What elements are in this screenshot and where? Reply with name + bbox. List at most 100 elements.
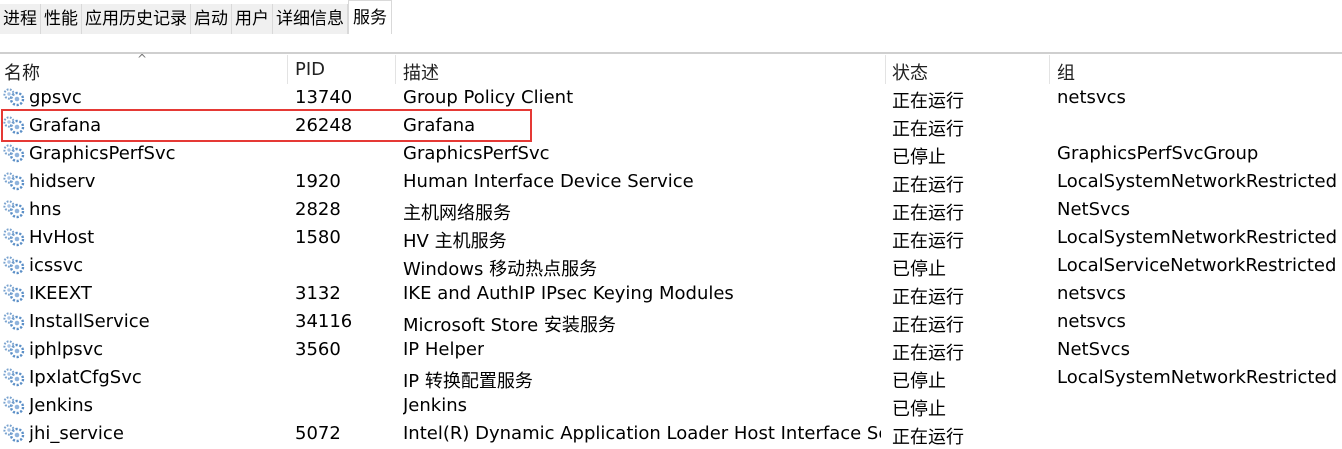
table-row[interactable]: HvHost 1580 HV 主机服务 正在运行 LocalSystemNetworkR… [0, 224, 1342, 252]
table-row[interactable]: Jenkins Jenkins 已停止 [0, 392, 1342, 420]
table-row[interactable]: Grafana 26248 Grafana 正在运行 [0, 112, 1342, 140]
cell-desc: IP 转换配置服务 [403, 371, 533, 392]
cell-group: LocalSystemNetworkRestricted [1057, 227, 1337, 248]
cell-desc: Human Interface Device Service [403, 171, 694, 192]
column-separator[interactable] [1049, 55, 1050, 84]
cell-status: 正在运行 [892, 427, 964, 448]
cell-status: 正在运行 [892, 119, 964, 140]
tab-startup[interactable]: 启动 [191, 4, 232, 34]
cell-group: LocalSystemNetworkRestricted [1057, 171, 1337, 192]
cell-pid: 1580 [295, 227, 341, 248]
sort-ascending-icon: ^ [137, 52, 148, 66]
column-header-group[interactable]: 组 [1057, 59, 1075, 85]
table-row[interactable]: gpsvc 13740 Group Policy Client 正在运行 netsvcs [0, 84, 1342, 112]
cell-pid: 13740 [295, 87, 353, 108]
cell-desc: Intel(R) Dynamic Application Loader Host… [403, 423, 881, 444]
table-row[interactable]: hns 2828 主机网络服务 正在运行 NetSvcs [0, 196, 1342, 224]
cell-desc: 主机网络服务 [403, 203, 511, 224]
table-row[interactable]: IKEEXT 3132 IKE and AuthIP IPsec Keying Mo… [0, 280, 1342, 308]
cell-status: 正在运行 [892, 315, 964, 336]
cell-desc: Jenkins [403, 395, 468, 416]
cell-pid: 1920 [295, 171, 341, 192]
cell-pid: 34116 [295, 311, 353, 332]
cell-group: netsvcs [1057, 87, 1126, 108]
service-gear-icon [2, 171, 26, 191]
cell-desc: Grafana [403, 115, 476, 136]
service-gear-icon [2, 311, 26, 331]
table-row[interactable]: iphlpsvc 3560 IP Helper 正在运行 NetSvcs [0, 336, 1342, 364]
cell-desc: Group Policy Client [403, 87, 574, 108]
cell-group: netsvcs [1057, 311, 1126, 332]
column-header-description[interactable]: 描述 [403, 59, 439, 85]
tab-users[interactable]: 用户 [232, 4, 273, 34]
cell-group: GraphicsPerfSvcGroup [1057, 143, 1259, 164]
column-separator[interactable] [287, 55, 288, 84]
table-row[interactable]: hidserv 1920 Human Interface Device Servic… [0, 168, 1342, 196]
cell-desc: Windows 移动热点服务 [403, 259, 598, 280]
cell-name: IKEEXT [29, 283, 92, 304]
cell-name: gpsvc [29, 87, 82, 108]
service-gear-icon [2, 199, 26, 219]
cell-status: 正在运行 [892, 91, 964, 112]
service-gear-icon [2, 395, 26, 415]
service-gear-icon [2, 423, 26, 443]
table-row[interactable]: IpxlatCfgSvc IP 转换配置服务 已停止 LocalSystemNetwo… [0, 364, 1342, 392]
table-row[interactable]: InstallService 34116 Microsoft Store 安装服务 正… [0, 308, 1342, 336]
cell-status: 正在运行 [892, 287, 964, 308]
cell-pid: 3560 [295, 339, 341, 360]
column-header-status[interactable]: 状态 [892, 59, 928, 85]
cell-group: NetSvcs [1057, 339, 1130, 360]
tab-app-history[interactable]: 应用历史记录 [82, 4, 191, 34]
service-gear-icon [2, 339, 26, 359]
cell-name: HvHost [29, 227, 95, 248]
cell-pid: 5072 [295, 423, 341, 444]
service-gear-icon [2, 255, 26, 275]
cell-name: GraphicsPerfSvc [29, 143, 176, 164]
cell-name: hns [29, 199, 62, 220]
cell-name: icssvc [29, 255, 84, 276]
cell-desc: IKE and AuthIP IPsec Keying Modules [403, 283, 734, 304]
cell-status: 已停止 [892, 371, 946, 392]
cell-pid: 3132 [295, 283, 341, 304]
tab-services[interactable]: 服务 [348, 0, 392, 34]
tab-processes[interactable]: 进程 [0, 4, 41, 34]
column-separator[interactable] [885, 55, 886, 84]
service-gear-icon [2, 115, 26, 135]
cell-desc: GraphicsPerfSvc [403, 143, 550, 164]
cell-group: LocalSystemNetworkRestricted [1057, 367, 1337, 388]
cell-name: Jenkins [29, 395, 94, 416]
service-gear-icon [2, 143, 26, 163]
column-separator[interactable] [395, 55, 396, 84]
tab-details[interactable]: 详细信息 [273, 4, 348, 34]
tab-divider [0, 52, 1342, 54]
column-header-pid[interactable]: PID [295, 59, 325, 80]
tab-performance[interactable]: 性能 [41, 4, 82, 34]
cell-desc: HV 主机服务 [403, 231, 507, 252]
cell-group: netsvcs [1057, 283, 1126, 304]
tab-bar: 进程 性能 应用历史记录 启动 用户 详细信息 服务 [0, 0, 1342, 34]
column-header-name[interactable]: 名称 [4, 59, 40, 85]
cell-status: 已停止 [892, 147, 946, 168]
table-row[interactable]: GraphicsPerfSvc GraphicsPerfSvc 已停止 Graphic… [0, 140, 1342, 168]
cell-name: jhi_service [29, 423, 124, 444]
cell-status: 已停止 [892, 399, 946, 420]
service-gear-icon [2, 367, 26, 387]
cell-name: hidserv [29, 171, 96, 192]
table-row[interactable]: jhi_service 5072 Intel(R) Dynamic Applicat… [0, 420, 1342, 448]
cell-status: 正在运行 [892, 343, 964, 364]
service-gear-icon [2, 283, 26, 303]
cell-group: NetSvcs [1057, 199, 1130, 220]
cell-status: 正在运行 [892, 175, 964, 196]
service-gear-icon [2, 227, 26, 247]
cell-name: iphlpsvc [29, 339, 104, 360]
cell-status: 正在运行 [892, 231, 964, 252]
cell-desc: IP Helper [403, 339, 485, 360]
cell-desc: Microsoft Store 安装服务 [403, 315, 616, 336]
service-gear-icon [2, 87, 26, 107]
cell-name: Grafana [29, 115, 102, 136]
column-header: ^ 名称 PID 描述 状态 组 [0, 52, 1342, 85]
cell-status: 正在运行 [892, 203, 964, 224]
cell-name: IpxlatCfgSvc [29, 367, 142, 388]
cell-pid: 26248 [295, 115, 353, 136]
table-row[interactable]: icssvc Windows 移动热点服务 已停止 LocalServiceNetwo… [0, 252, 1342, 280]
